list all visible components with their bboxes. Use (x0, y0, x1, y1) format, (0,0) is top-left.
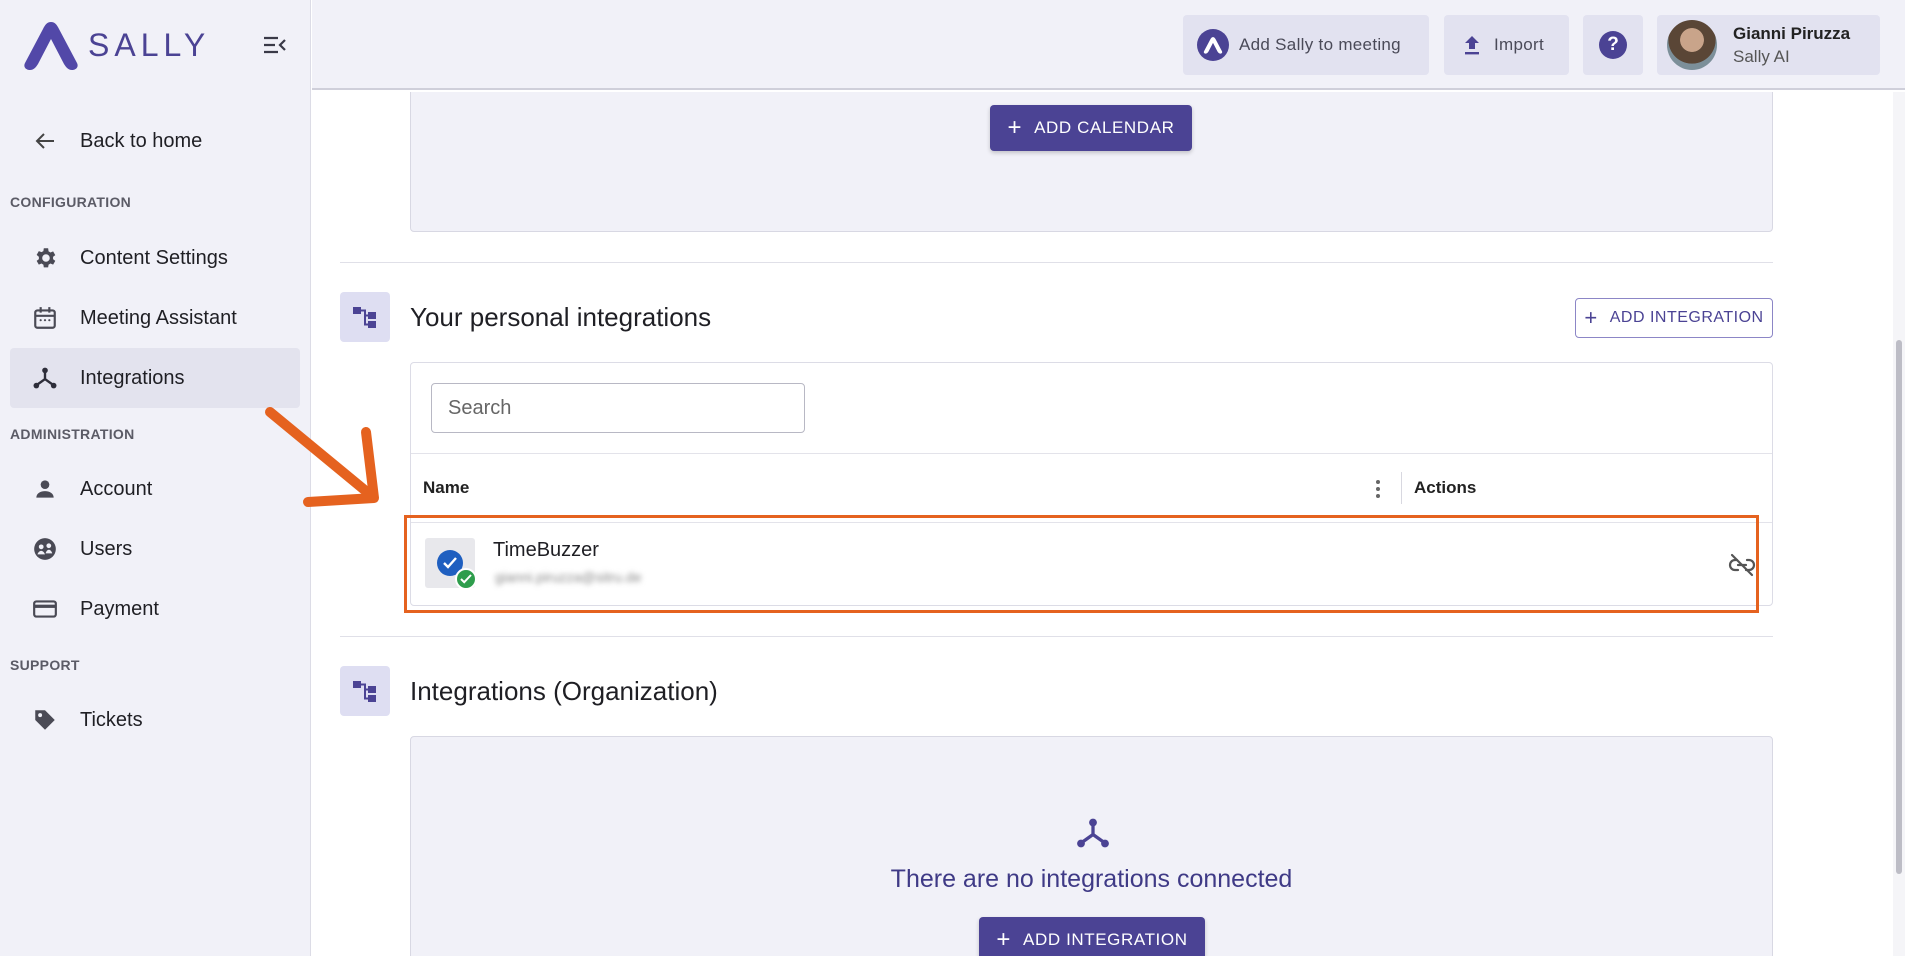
sidebar-item-meeting-assistant[interactable]: Meeting Assistant (10, 288, 300, 348)
scrollbar[interactable] (1893, 92, 1905, 956)
integration-name: TimeBuzzer (493, 539, 599, 561)
integrations-section-icon (340, 292, 390, 342)
users-group-icon (10, 536, 70, 562)
add-organization-integration-button[interactable]: + ADD INTEGRATION (979, 917, 1205, 956)
main-content: + ADD CALENDAR Your personal integration… (312, 92, 1893, 956)
sidebar-item-account[interactable]: Account (10, 459, 300, 519)
help-button[interactable]: ? (1583, 15, 1643, 75)
user-org: Sally AI (1733, 46, 1790, 66)
plus-icon: + (1584, 305, 1598, 330)
sidebar-item-content-settings[interactable]: Content Settings (10, 228, 300, 288)
import-label: Import (1494, 35, 1544, 54)
arrow-left-icon (10, 129, 70, 153)
organization-section-icon (340, 666, 390, 716)
top-bar: Add Sally to meeting Import ? Gianni Pir… (312, 0, 1905, 90)
plus-icon: + (1007, 114, 1023, 141)
add-integration-label: ADD INTEGRATION (1609, 309, 1764, 326)
integrations-table: Name Actions TimeBuzzer gianni.piruzza@s… (410, 362, 1773, 606)
sidebar-item-integrations[interactable]: Integrations (10, 348, 300, 408)
gear-icon (10, 245, 70, 271)
avatar (1667, 20, 1717, 70)
divider (340, 262, 1773, 263)
organization-integrations-panel: There are no integrations connected + AD… (410, 736, 1773, 956)
user-name: Gianni Piruzza (1733, 23, 1851, 43)
table-header: Name Actions (411, 453, 1772, 523)
calendar-icon (10, 305, 70, 331)
brand-logo[interactable]: SALLY (22, 18, 210, 72)
section-support: SUPPORT (10, 657, 80, 673)
tag-icon (10, 707, 70, 733)
hub-icon (10, 365, 70, 391)
search-input[interactable] (431, 383, 805, 433)
sidebar-item-tickets[interactable]: Tickets (10, 690, 300, 750)
sally-logo-icon (1197, 29, 1229, 61)
section-administration: ADMINISTRATION (10, 426, 135, 442)
person-icon (10, 476, 70, 502)
column-menu-icon[interactable] (1368, 478, 1388, 500)
credit-card-icon (10, 596, 70, 622)
sidebar-item-label: Meeting Assistant (80, 306, 237, 329)
sidebar-item-label: Integrations (80, 366, 185, 389)
collapse-sidebar-icon[interactable] (260, 30, 290, 60)
empty-state-message: There are no integrations connected (890, 865, 1293, 893)
back-to-home-link[interactable]: Back to home (10, 118, 300, 164)
question-icon: ? (1599, 31, 1627, 59)
sidebar-item-label: Account (80, 477, 153, 500)
sidebar-item-payment[interactable]: Payment (10, 579, 300, 639)
sidebar-item-users[interactable]: Users (10, 519, 300, 579)
add-sally-label: Add Sally to meeting (1239, 35, 1401, 54)
timebuzzer-logo (425, 538, 477, 590)
sally-logo-icon (24, 22, 78, 70)
import-button[interactable]: Import (1444, 15, 1569, 75)
table-row[interactable]: TimeBuzzer gianni.piruzza@sitru.de (411, 523, 1772, 605)
plus-icon: + (996, 926, 1012, 953)
back-to-home-label: Back to home (80, 129, 203, 152)
integration-email: gianni.piruzza@sitru.de (495, 569, 642, 585)
hub-icon (1075, 815, 1111, 856)
add-integration-label: ADD INTEGRATION (1023, 930, 1188, 949)
add-calendar-label: ADD CALENDAR (1034, 118, 1175, 137)
column-actions-header: Actions (1414, 478, 1477, 497)
calendar-panel: + ADD CALENDAR (410, 92, 1773, 232)
connected-status-icon (455, 568, 477, 590)
user-menu[interactable]: Gianni Piruzza Sally AI (1657, 15, 1880, 75)
add-integration-button[interactable]: + ADD INTEGRATION (1575, 298, 1773, 338)
sidebar-item-label: Payment (80, 597, 159, 620)
sidebar-item-label: Content Settings (80, 246, 228, 269)
scrollbar-thumb[interactable] (1896, 340, 1902, 874)
add-sally-to-meeting-button[interactable]: Add Sally to meeting (1183, 15, 1429, 75)
sidebar-item-label: Users (80, 537, 133, 560)
organization-integrations-title: Integrations (Organization) (410, 676, 718, 706)
personal-integrations-title: Your personal integrations (410, 302, 712, 332)
column-name-header[interactable]: Name (423, 478, 469, 498)
unlink-icon[interactable] (1726, 549, 1758, 581)
add-calendar-button[interactable]: + ADD CALENDAR (990, 105, 1192, 151)
sidebar-item-label: Tickets (80, 708, 143, 731)
column-separator[interactable] (1401, 472, 1402, 504)
divider (340, 636, 1773, 637)
brand-name: SALLY (88, 26, 211, 63)
upload-icon (1462, 34, 1482, 56)
section-configuration: CONFIGURATION (10, 194, 132, 210)
